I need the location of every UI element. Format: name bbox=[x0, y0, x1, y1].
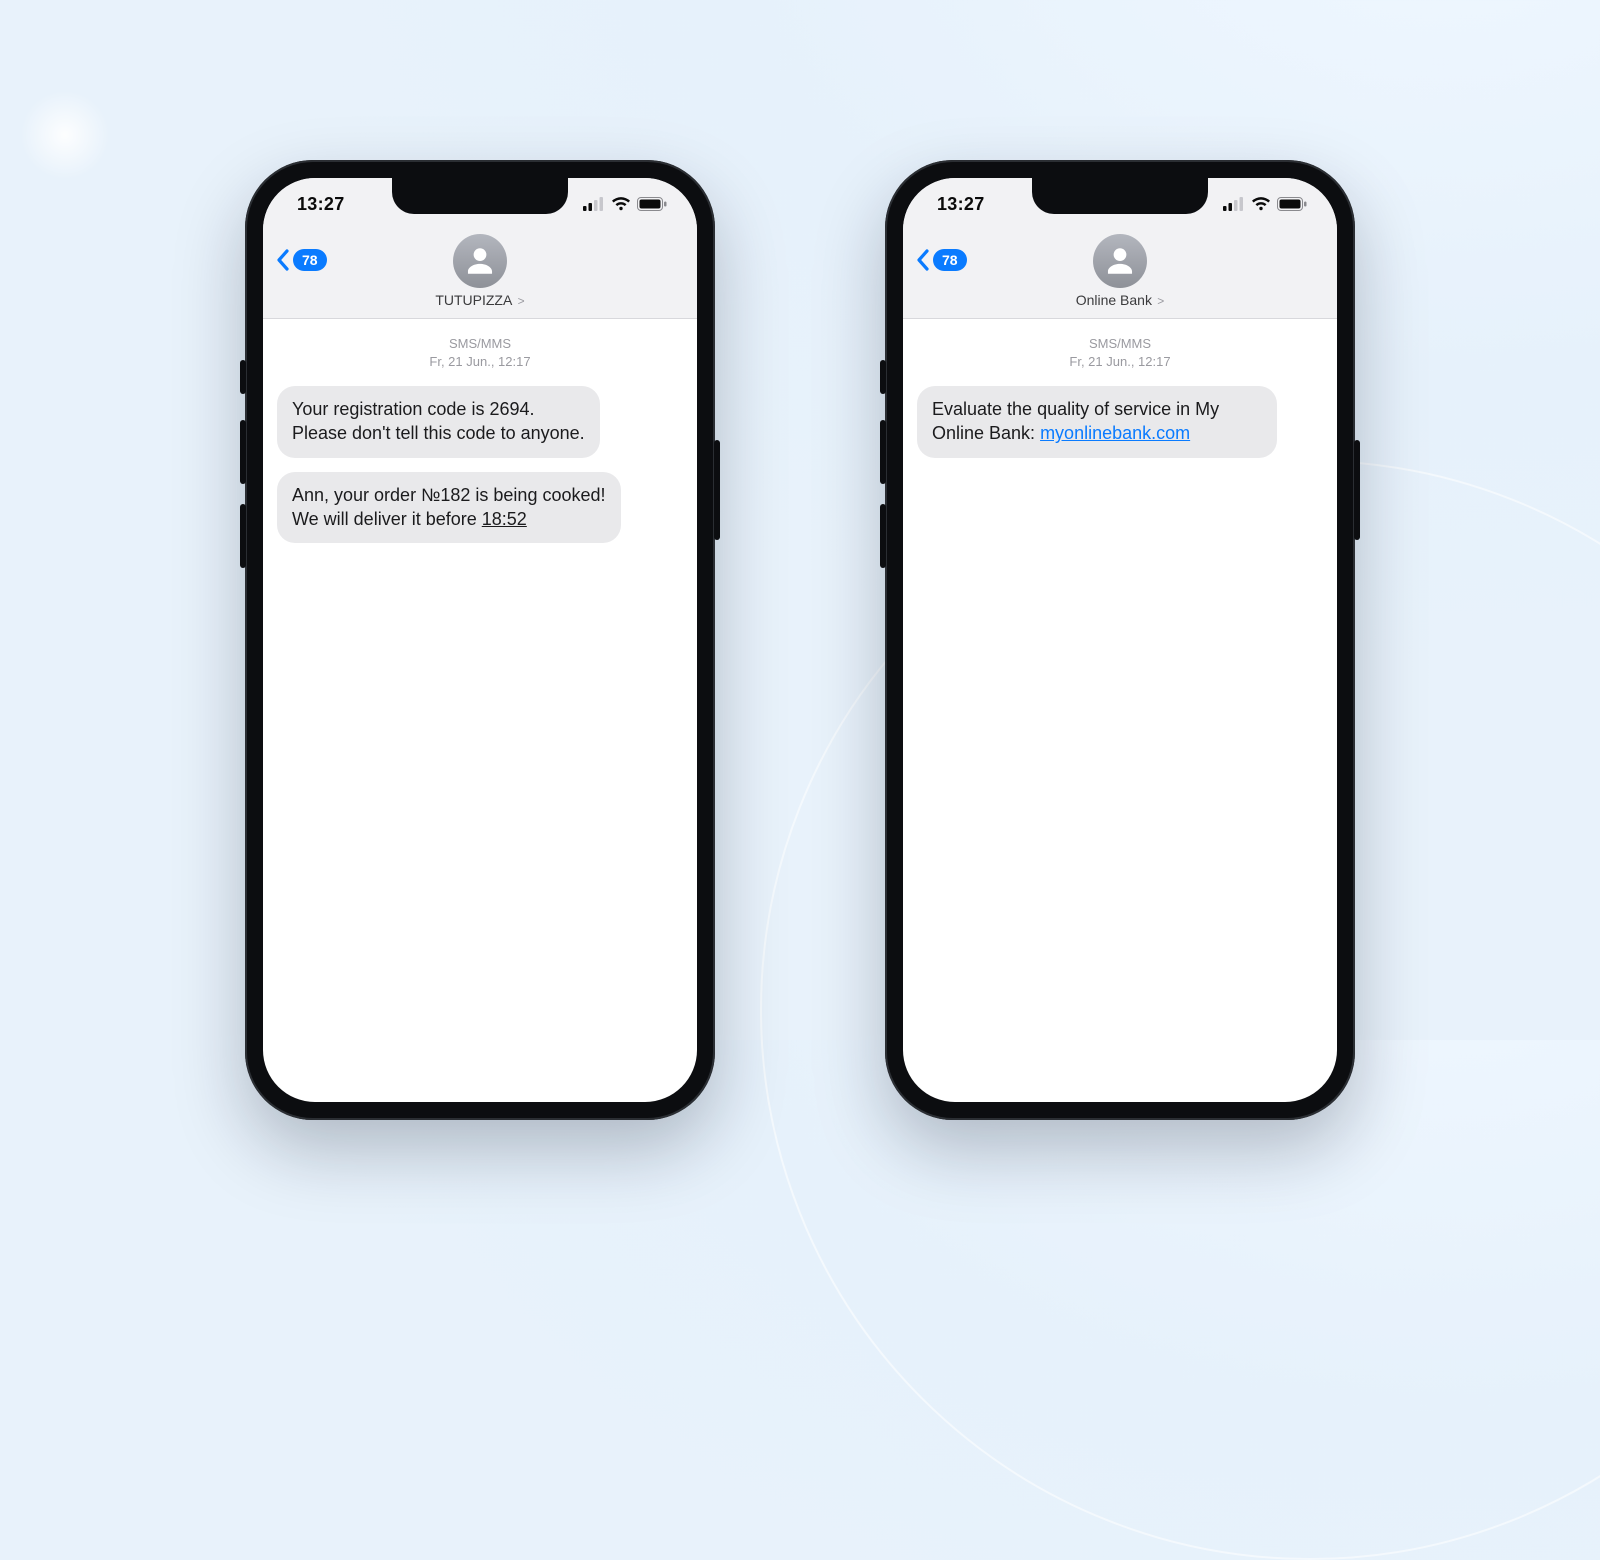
thread-meta: SMS/MMS Fr, 21 Jun., 12:17 bbox=[917, 335, 1323, 370]
cellular-icon bbox=[1223, 197, 1245, 211]
power-button bbox=[714, 440, 720, 540]
back-button[interactable]: 78 bbox=[275, 248, 327, 272]
message-bubble[interactable]: Ann, your order №182 is being cooked! We… bbox=[277, 472, 621, 544]
unread-badge: 78 bbox=[933, 249, 967, 271]
message-bubble[interactable]: Evaluate the quality of service in My On… bbox=[917, 386, 1277, 458]
screen: 13:27 78 TUTUPI bbox=[263, 178, 697, 1102]
contact-name-label: Online Bank bbox=[1076, 292, 1152, 308]
status-icons bbox=[1223, 197, 1307, 211]
status-time: 13:27 bbox=[937, 194, 985, 215]
message-link[interactable]: myonlinebank.com bbox=[1040, 423, 1190, 443]
conversation-header: 78 TUTUPIZZA > bbox=[263, 230, 697, 319]
battery-icon bbox=[1277, 197, 1307, 211]
message-line: Please don't tell this code to anyone. bbox=[292, 423, 585, 443]
avatar[interactable] bbox=[1093, 234, 1147, 288]
message-line: Your registration code is 2694. bbox=[292, 399, 535, 419]
phone-right: 13:27 78 Online bbox=[885, 160, 1355, 1120]
screen: 13:27 78 Online bbox=[903, 178, 1337, 1102]
volume-up-button bbox=[880, 420, 886, 484]
mute-switch bbox=[880, 360, 886, 394]
chevron-right-icon: > bbox=[514, 294, 524, 308]
notch bbox=[392, 178, 568, 214]
message-line: Ann, your order №182 is being cooked! bbox=[292, 485, 606, 505]
status-time: 13:27 bbox=[297, 194, 345, 215]
battery-icon bbox=[637, 197, 667, 211]
conversation-header: 78 Online Bank > bbox=[903, 230, 1337, 319]
thread-type-label: SMS/MMS bbox=[277, 335, 683, 353]
contact-name[interactable]: TUTUPIZZA > bbox=[263, 292, 697, 308]
wifi-icon bbox=[611, 197, 631, 211]
notch bbox=[1032, 178, 1208, 214]
volume-up-button bbox=[240, 420, 246, 484]
back-button[interactable]: 78 bbox=[915, 248, 967, 272]
contact-name[interactable]: Online Bank > bbox=[903, 292, 1337, 308]
time-link[interactable]: 18:52 bbox=[482, 509, 527, 529]
thread-timestamp: Fr, 21 Jun., 12:17 bbox=[917, 353, 1323, 371]
power-button bbox=[1354, 440, 1360, 540]
message-bubble[interactable]: Your registration code is 2694. Please d… bbox=[277, 386, 600, 458]
canvas: 13:27 78 TUTUPI bbox=[0, 0, 1600, 1040]
thread-timestamp: Fr, 21 Jun., 12:17 bbox=[277, 353, 683, 371]
message-row: Your registration code is 2694. Please d… bbox=[277, 382, 683, 468]
cellular-icon bbox=[583, 197, 605, 211]
person-icon bbox=[1103, 244, 1137, 278]
volume-down-button bbox=[240, 504, 246, 568]
phone-left: 13:27 78 TUTUPI bbox=[245, 160, 715, 1120]
message-line: We will deliver it before bbox=[292, 509, 482, 529]
message-row: Evaluate the quality of service in My On… bbox=[917, 382, 1323, 468]
avatar[interactable] bbox=[453, 234, 507, 288]
wifi-icon bbox=[1251, 197, 1271, 211]
unread-badge: 78 bbox=[293, 249, 327, 271]
thread-meta: SMS/MMS Fr, 21 Jun., 12:17 bbox=[277, 335, 683, 370]
message-thread[interactable]: SMS/MMS Fr, 21 Jun., 12:17 Your registra… bbox=[263, 319, 697, 553]
volume-down-button bbox=[880, 504, 886, 568]
chevron-left-icon bbox=[915, 248, 931, 272]
chevron-left-icon bbox=[275, 248, 291, 272]
chevron-right-icon: > bbox=[1154, 294, 1164, 308]
mute-switch bbox=[240, 360, 246, 394]
phone-row: 13:27 78 TUTUPI bbox=[0, 160, 1600, 1120]
status-icons bbox=[583, 197, 667, 211]
message-thread[interactable]: SMS/MMS Fr, 21 Jun., 12:17 Evaluate the … bbox=[903, 319, 1337, 468]
person-icon bbox=[463, 244, 497, 278]
thread-type-label: SMS/MMS bbox=[917, 335, 1323, 353]
contact-name-label: TUTUPIZZA bbox=[435, 292, 512, 308]
message-row: Ann, your order №182 is being cooked! We… bbox=[277, 468, 683, 554]
